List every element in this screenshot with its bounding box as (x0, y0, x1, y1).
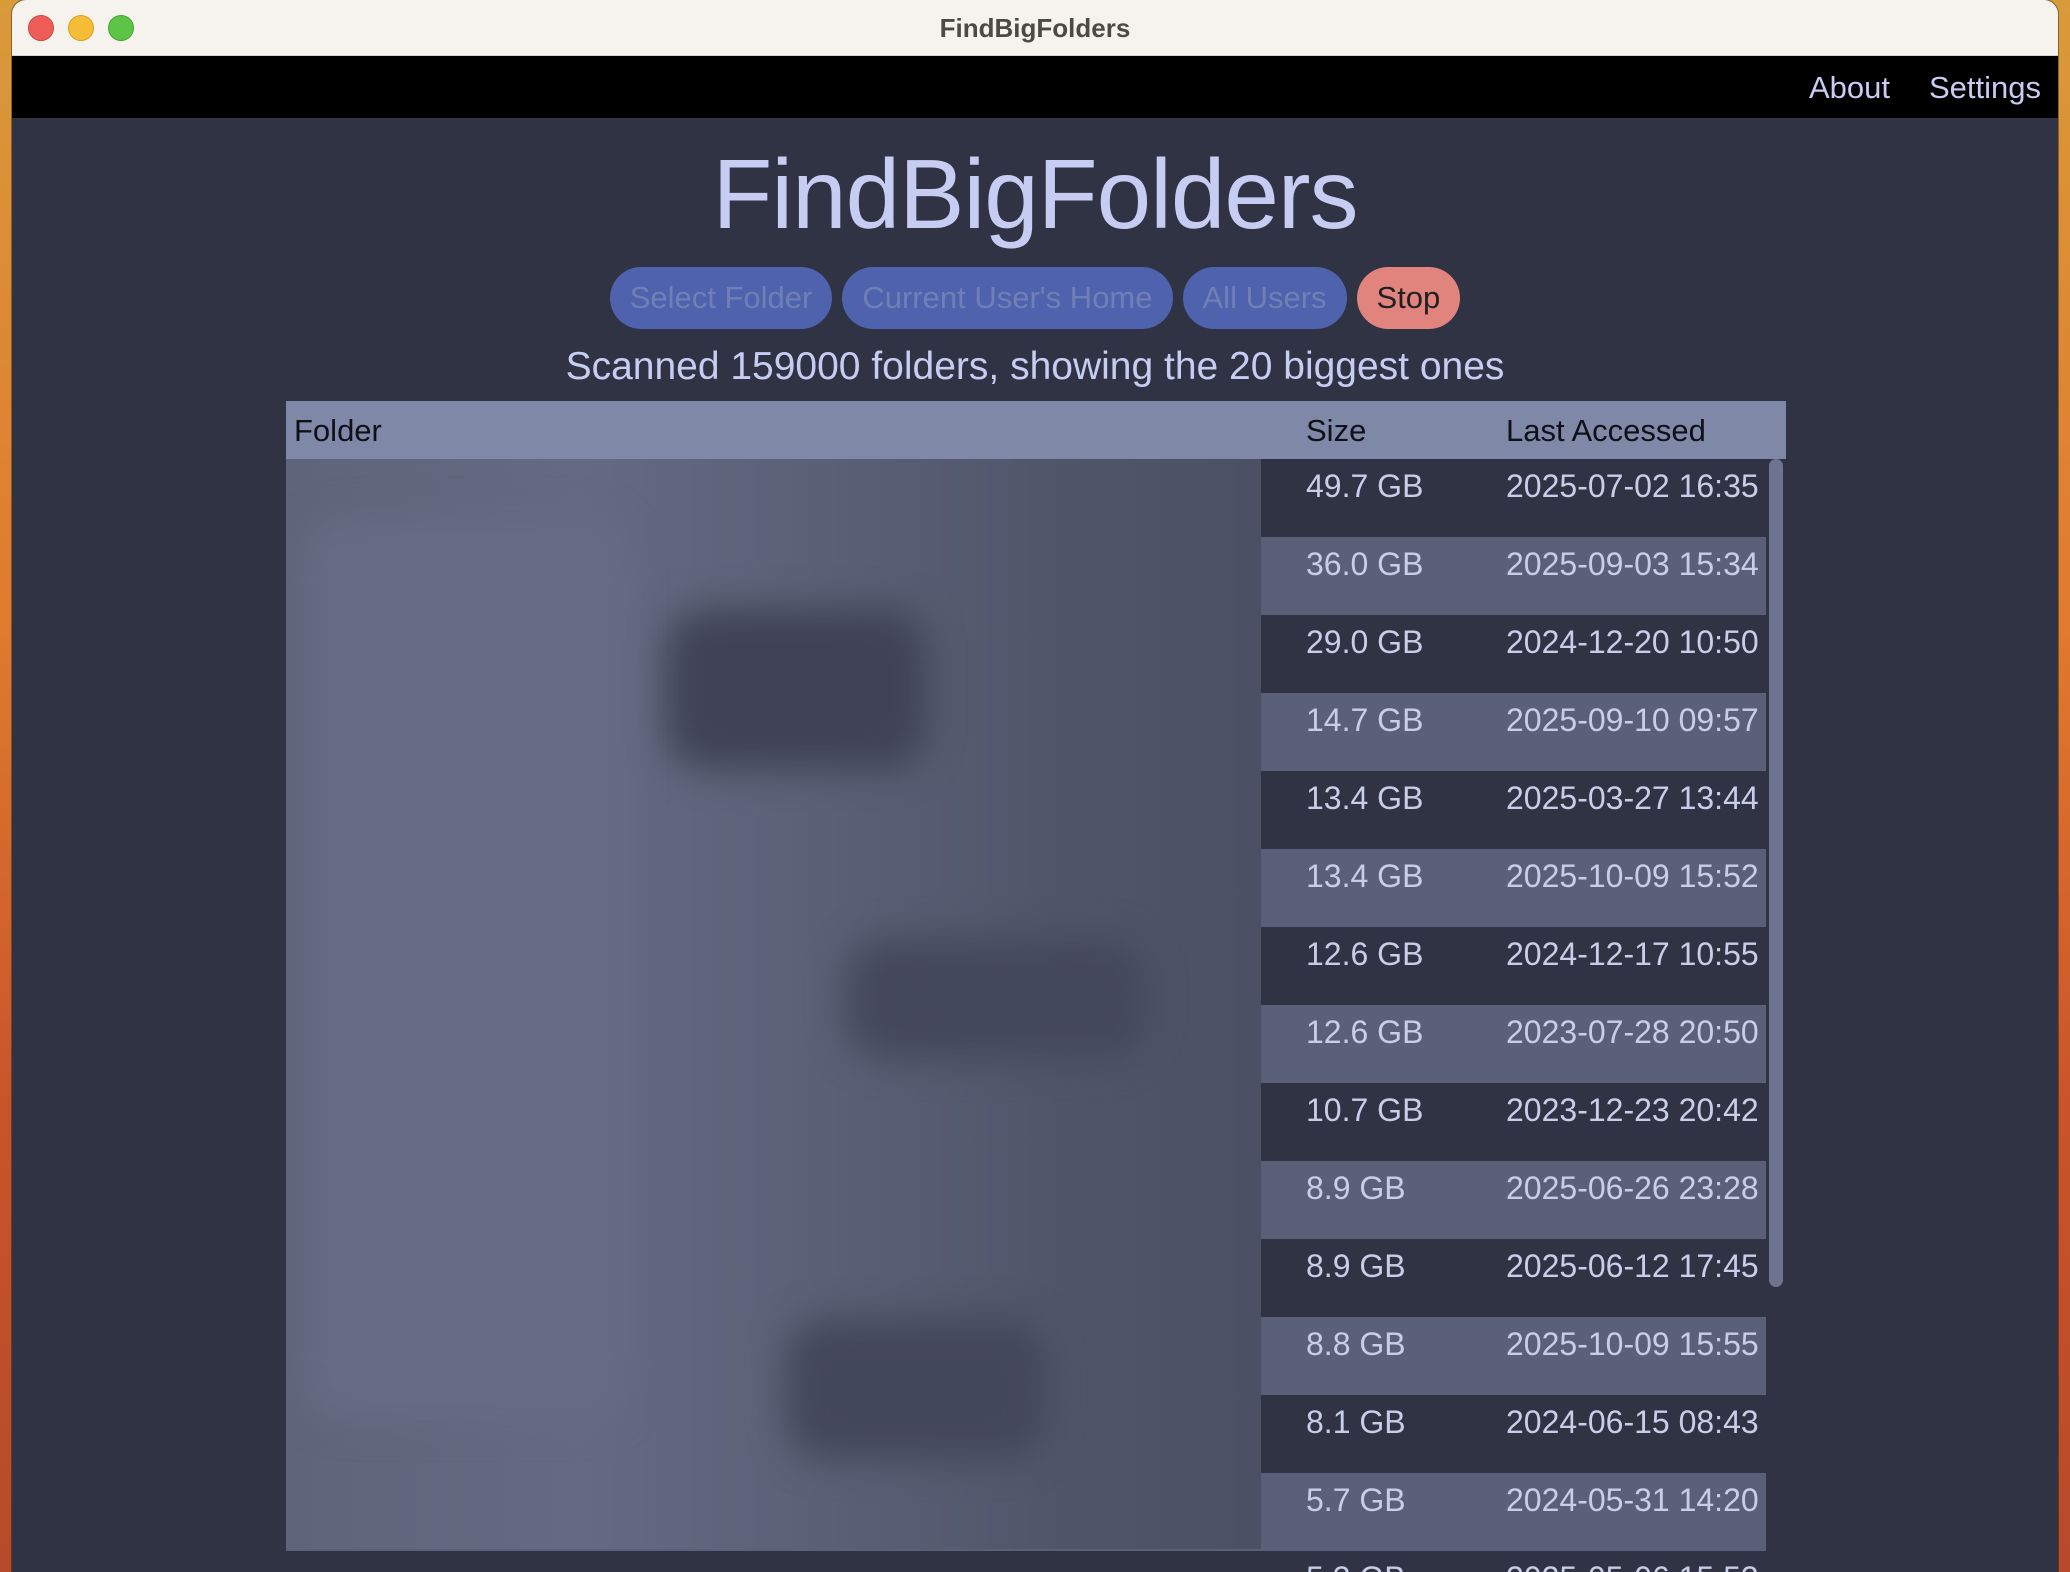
cell-last-accessed: 2025-10-09 15:55 (1506, 1326, 1759, 1362)
cell-last-accessed: 2025-06-26 23:28 (1506, 1170, 1759, 1206)
table-row[interactable]: 5.3 GB 2025-05-06 15:53 (286, 1551, 1766, 1572)
cell-size: 12.6 GB (1306, 1014, 1424, 1050)
cell-size: 8.9 GB (1306, 1248, 1406, 1284)
cell-last-accessed: 2025-03-27 13:44 (1506, 780, 1759, 816)
scrollbar-thumb[interactable] (1769, 459, 1783, 1287)
cell-last-accessed: 2023-12-23 20:42 (1506, 1092, 1759, 1128)
cell-last-accessed: 2025-05-06 15:53 (1506, 1560, 1759, 1572)
top-menu-bar: About Settings (12, 56, 2058, 118)
cell-size: 13.4 GB (1306, 858, 1424, 894)
app-title: FindBigFolders (712, 139, 1358, 249)
column-header-size[interactable]: Size (1306, 413, 1366, 449)
app-window: FindBigFolders About Settings FindBigFol… (12, 0, 2058, 1572)
table-scrollbar[interactable] (1766, 459, 1786, 1572)
current-user-home-button[interactable]: Current User's Home (842, 267, 1173, 329)
all-users-button[interactable]: All Users (1182, 267, 1347, 329)
cell-last-accessed: 2024-12-17 10:55 (1506, 936, 1759, 972)
cell-last-accessed: 2025-09-03 15:34 (1506, 546, 1759, 582)
table-header: Folder Size Last Accessed (286, 401, 1786, 459)
cell-size: 5.7 GB (1306, 1482, 1406, 1518)
cell-size: 13.4 GB (1306, 780, 1424, 816)
select-folder-button[interactable]: Select Folder (609, 267, 833, 329)
results-table: Folder Size Last Accessed 49.7 GB 2025-07… (286, 401, 1786, 1572)
cell-last-accessed: 2024-05-31 14:20 (1506, 1482, 1759, 1518)
cell-size: 36.0 GB (1306, 546, 1424, 582)
menu-about-link[interactable]: About (1809, 70, 1890, 106)
cell-size: 8.1 GB (1306, 1404, 1406, 1440)
menu-settings-link[interactable]: Settings (1929, 70, 2041, 106)
column-header-folder[interactable]: Folder (294, 413, 382, 449)
window-title: FindBigFolders (939, 13, 1131, 43)
cell-last-accessed: 2025-07-02 16:35 (1506, 468, 1759, 504)
cell-size: 14.7 GB (1306, 702, 1424, 738)
cell-last-accessed: 2025-10-09 15:52 (1506, 858, 1759, 894)
column-header-last-accessed[interactable]: Last Accessed (1506, 413, 1706, 449)
scan-status: Scanned 159000 folders, showing the 20 b… (565, 345, 1505, 388)
cell-last-accessed: 2024-12-20 10:50 (1506, 624, 1759, 660)
cell-size: 5.3 GB (1306, 1560, 1406, 1572)
action-buttons: Select Folder Current User's Home All Us… (12, 267, 2058, 329)
cell-size: 29.0 GB (1306, 624, 1424, 660)
cell-last-accessed: 2025-06-12 17:45 (1506, 1248, 1759, 1284)
cell-size: 49.7 GB (1306, 468, 1424, 504)
cell-size: 10.7 GB (1306, 1092, 1424, 1128)
title-bar: FindBigFolders (12, 0, 2058, 56)
cell-size: 8.9 GB (1306, 1170, 1406, 1206)
cell-size: 12.6 GB (1306, 936, 1424, 972)
stop-button[interactable]: Stop (1356, 267, 1461, 329)
cell-last-accessed: 2024-06-15 08:43 (1506, 1404, 1759, 1440)
cell-last-accessed: 2025-09-10 09:57 (1506, 702, 1759, 738)
redacted-folder-paths (286, 459, 1261, 1549)
cell-size: 8.8 GB (1306, 1326, 1406, 1362)
cell-last-accessed: 2023-07-28 20:50 (1506, 1014, 1759, 1050)
